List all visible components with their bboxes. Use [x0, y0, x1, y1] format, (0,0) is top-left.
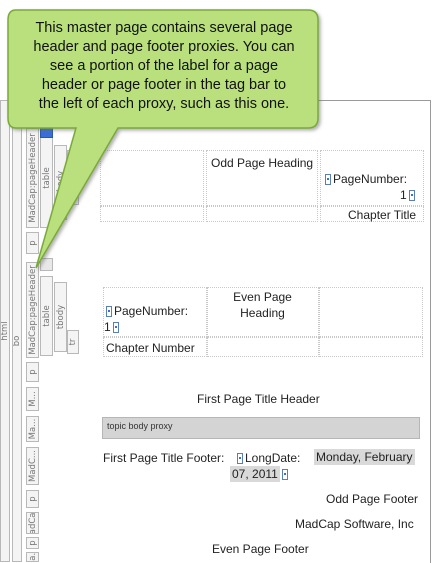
header2-cell-right[interactable]: [319, 287, 423, 337]
field-end-icon: [281, 469, 288, 481]
field-end-icon: [112, 322, 119, 334]
first-page-title-header: First Page Title Header: [197, 392, 320, 406]
tag-madca[interactable]: MadCa...: [26, 512, 39, 534]
callout-text: This master page contains several page h…: [14, 19, 314, 114]
callout-line-3: see a portion of the label for a page: [49, 58, 279, 74]
master-page-editor: html bo MadCap:pageHeader table tbody tr…: [0, 0, 435, 563]
company-name: MadCap Software, Inc: [295, 517, 414, 531]
header1-page-number-field[interactable]: PageNumber:: [323, 172, 407, 186]
header2-chapter-number: Chapter Number: [106, 341, 195, 355]
topic-body-proxy[interactable]: topic body proxy: [102, 417, 420, 439]
header2-page-number-value[interactable]: 1: [104, 320, 121, 334]
tag-ma[interactable]: Ma...: [26, 416, 39, 442]
tag-p-3[interactable]: p: [26, 490, 39, 508]
field-start-icon: [106, 306, 112, 318]
tag-ca[interactable]: Ca...: [26, 552, 39, 562]
header1-page-number-value[interactable]: 1: [400, 188, 417, 202]
callout-line-1: This master page contains several page: [35, 20, 293, 36]
field-start-icon: [237, 453, 243, 465]
even-page-footer: Even Page Footer: [212, 542, 309, 556]
header2-row2-right[interactable]: [319, 337, 423, 357]
field-end-icon: [408, 190, 415, 202]
callout-line-5: the left of each proxy, such as this one…: [38, 96, 290, 112]
header2-row2-center[interactable]: [207, 337, 319, 357]
header2-page-number-field[interactable]: PageNumber:: [104, 304, 188, 318]
header2-even-page-heading: Even Page Heading: [233, 290, 292, 320]
long-date-value-line2: 07, 2011: [230, 466, 290, 482]
tag-madc[interactable]: MadC...: [26, 447, 39, 485]
long-date-field[interactable]: LongDate:: [235, 451, 300, 465]
odd-page-footer: Odd Page Footer: [326, 492, 419, 506]
tag-tbody-2[interactable]: tbody: [54, 282, 67, 352]
long-date-value-line1: Monday, February: [314, 449, 415, 465]
tag-tr-2[interactable]: tr: [67, 330, 79, 354]
tag-m1[interactable]: M...: [26, 387, 39, 411]
tag-table-2[interactable]: table: [40, 276, 53, 356]
tag-page-header-2[interactable]: MadCap:pageHeader: [26, 262, 39, 358]
tag-p-4[interactable]: p: [26, 537, 39, 549]
callout-line-4: header or page footer in the tag bar to: [41, 77, 287, 93]
header1-chapter-title: Chapter Title: [348, 208, 417, 222]
callout-line-2: header and page footer proxies. You can: [33, 39, 295, 55]
tag-p-2[interactable]: p: [26, 362, 39, 382]
first-page-title-footer-label: First Page Title Footer:: [103, 451, 225, 465]
